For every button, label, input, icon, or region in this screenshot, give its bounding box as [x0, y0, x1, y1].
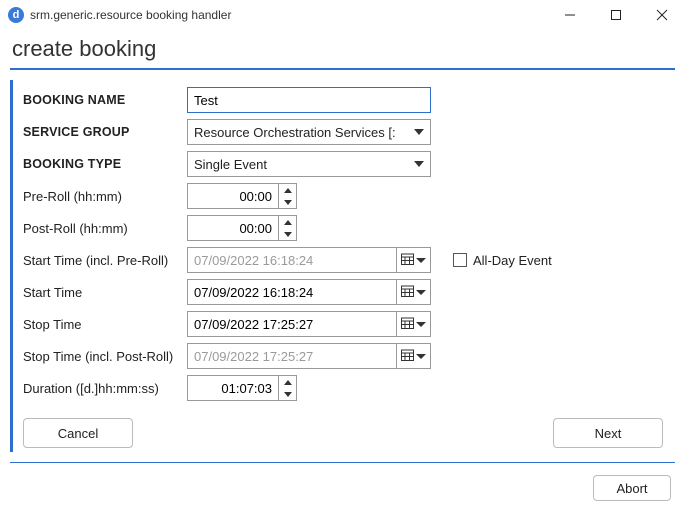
label-stop-incl: Stop Time (incl. Post-Roll) — [23, 349, 187, 364]
stop-time-picker[interactable] — [187, 311, 431, 337]
stop-time-input[interactable] — [188, 312, 396, 336]
minimize-button[interactable] — [547, 0, 593, 30]
wizard-buttons: Cancel Next — [23, 404, 675, 448]
next-button[interactable]: Next — [553, 418, 663, 448]
label-start-incl: Start Time (incl. Pre-Roll) — [23, 253, 187, 268]
chevron-up-icon — [284, 380, 292, 385]
post-roll-spinner[interactable] — [187, 215, 297, 241]
stop-incl-picker — [187, 343, 431, 369]
close-button[interactable] — [639, 0, 685, 30]
row-post-roll: Post-Roll (hh:mm) — [23, 212, 675, 244]
pre-roll-down[interactable] — [279, 196, 296, 208]
cancel-button[interactable]: Cancel — [23, 418, 133, 448]
post-roll-input[interactable] — [188, 216, 278, 240]
window-title: srm.generic.resource booking handler — [30, 8, 547, 22]
duration-up[interactable] — [279, 376, 296, 388]
row-duration: Duration ([d.]hh:mm:ss) — [23, 372, 675, 404]
chevron-down-icon — [284, 392, 292, 397]
chevron-up-icon — [284, 220, 292, 225]
page-title: create booking — [12, 36, 675, 62]
chevron-up-icon — [284, 188, 292, 193]
form-area: BOOKING NAME SERVICE GROUP Resource Orch… — [10, 80, 675, 452]
start-incl-input — [188, 248, 396, 272]
service-group-select[interactable]: Resource Orchestration Services [: — [187, 119, 431, 145]
start-time-input[interactable] — [188, 280, 396, 304]
window-root: d srm.generic.resource booking handler c… — [0, 0, 685, 511]
duration-input[interactable] — [188, 376, 278, 400]
label-stop-time: Stop Time — [23, 317, 187, 332]
row-service-group: SERVICE GROUP Resource Orchestration Ser… — [23, 116, 675, 148]
abort-button[interactable]: Abort — [593, 475, 671, 501]
divider-bottom — [10, 462, 675, 463]
start-time-calendar-button[interactable] — [396, 280, 430, 304]
chevron-down-icon — [414, 129, 424, 135]
post-roll-up[interactable] — [279, 216, 296, 228]
booking-type-value: Single Event — [194, 157, 267, 172]
chevron-down-icon — [414, 161, 424, 167]
titlebar: d srm.generic.resource booking handler — [0, 0, 685, 30]
label-start-time: Start Time — [23, 285, 187, 300]
pre-roll-input[interactable] — [188, 184, 278, 208]
label-all-day: All-Day Event — [473, 253, 552, 268]
label-post-roll: Post-Roll (hh:mm) — [23, 221, 187, 236]
chevron-down-icon — [284, 200, 292, 205]
label-pre-roll: Pre-Roll (hh:mm) — [23, 189, 187, 204]
start-time-picker[interactable] — [187, 279, 431, 305]
row-stop-time: Stop Time — [23, 308, 675, 340]
service-group-value: Resource Orchestration Services [: — [194, 125, 396, 140]
calendar-icon — [401, 316, 414, 332]
footer: Abort — [593, 475, 671, 501]
calendar-icon — [401, 348, 414, 364]
stop-incl-calendar-button[interactable] — [396, 344, 430, 368]
row-stop-incl: Stop Time (incl. Post-Roll) — [23, 340, 675, 372]
all-day-checkbox-wrap[interactable]: All-Day Event — [453, 253, 552, 268]
chevron-down-icon — [416, 290, 426, 295]
calendar-icon — [401, 284, 414, 300]
pre-roll-up[interactable] — [279, 184, 296, 196]
label-booking-type: BOOKING TYPE — [23, 157, 187, 171]
duration-down[interactable] — [279, 388, 296, 400]
app-icon: d — [8, 7, 24, 23]
row-start-time: Start Time — [23, 276, 675, 308]
window-controls — [547, 0, 685, 30]
post-roll-down[interactable] — [279, 228, 296, 240]
all-day-checkbox[interactable] — [453, 253, 467, 267]
stop-time-calendar-button[interactable] — [396, 312, 430, 336]
maximize-button[interactable] — [593, 0, 639, 30]
label-booking-name: BOOKING NAME — [23, 93, 187, 107]
pre-roll-spinner[interactable] — [187, 183, 297, 209]
row-booking-name: BOOKING NAME — [23, 84, 675, 116]
chevron-down-icon — [416, 354, 426, 359]
divider-top — [10, 68, 675, 70]
row-pre-roll: Pre-Roll (hh:mm) — [23, 180, 675, 212]
chevron-down-icon — [284, 232, 292, 237]
row-booking-type: BOOKING TYPE Single Event — [23, 148, 675, 180]
label-duration: Duration ([d.]hh:mm:ss) — [23, 381, 187, 396]
duration-spinner[interactable] — [187, 375, 297, 401]
start-incl-calendar-button[interactable] — [396, 248, 430, 272]
chevron-down-icon — [416, 258, 426, 263]
content-area: create booking BOOKING NAME SERVICE GROU… — [0, 30, 685, 452]
label-service-group: SERVICE GROUP — [23, 125, 187, 139]
row-start-incl: Start Time (incl. Pre-Roll) All-Day Even… — [23, 244, 675, 276]
stop-incl-input — [188, 344, 396, 368]
calendar-icon — [401, 252, 414, 268]
booking-type-select[interactable]: Single Event — [187, 151, 431, 177]
chevron-down-icon — [416, 322, 426, 327]
booking-name-input[interactable] — [187, 87, 431, 113]
start-incl-picker — [187, 247, 431, 273]
